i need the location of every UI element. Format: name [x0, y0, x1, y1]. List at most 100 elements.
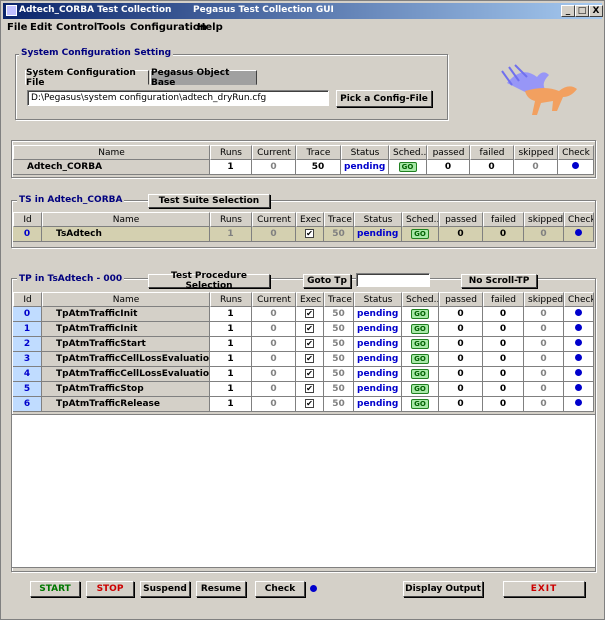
no-scroll-tp-button[interactable]: No Scroll-TP	[461, 274, 537, 288]
tp-exec[interactable]: ✔	[296, 397, 324, 412]
col-passed[interactable]: passed	[439, 212, 483, 227]
ts-trace[interactable]: 50	[324, 227, 354, 242]
col-sched[interactable]: Sched...	[402, 212, 439, 227]
tp-check[interactable]	[564, 322, 594, 337]
tp-runs[interactable]: 1	[210, 352, 252, 367]
tp-runs[interactable]: 1	[210, 307, 252, 322]
tp-check[interactable]	[564, 307, 594, 322]
menu-edit[interactable]: Edit	[30, 22, 52, 33]
col-status[interactable]: Status	[341, 145, 389, 160]
tp-sched[interactable]: GO	[402, 397, 439, 412]
tp-check[interactable]	[564, 337, 594, 352]
tp-exec[interactable]: ✔	[296, 367, 324, 382]
col-check[interactable]: Check	[558, 145, 594, 160]
tp-runs[interactable]: 1	[210, 337, 252, 352]
col-failed[interactable]: failed	[470, 145, 514, 160]
tp-trace[interactable]: 50	[324, 382, 354, 397]
tp-check[interactable]	[564, 382, 594, 397]
col-skipped[interactable]: skipped	[514, 145, 558, 160]
go-button[interactable]: GO	[411, 309, 429, 319]
test-suite-selection-button[interactable]: Test Suite Selection	[148, 194, 270, 208]
tp-check[interactable]	[564, 352, 594, 367]
tp-runs[interactable]: 1	[210, 397, 252, 412]
tp-runs[interactable]: 1	[210, 367, 252, 382]
ts-runs[interactable]: 1	[210, 227, 252, 242]
collection-sched[interactable]: GO	[389, 160, 427, 175]
go-button[interactable]: GO	[411, 354, 429, 364]
pick-config-button[interactable]: Pick a Config-File	[336, 90, 432, 107]
col-sched[interactable]: Sched...	[389, 145, 427, 160]
ts-exec[interactable]: ✔	[296, 227, 324, 242]
stop-button[interactable]: STOP	[86, 581, 134, 597]
col-failed[interactable]: failed	[483, 212, 524, 227]
go-button[interactable]: GO	[411, 339, 429, 349]
check-indicator-icon[interactable]	[572, 162, 579, 169]
col-sched[interactable]: Sched...	[402, 292, 439, 307]
col-name[interactable]: Name	[42, 292, 210, 307]
go-button[interactable]: GO	[411, 399, 429, 409]
col-exec[interactable]: Exec	[296, 212, 324, 227]
tp-exec[interactable]: ✔	[296, 337, 324, 352]
tp-trace[interactable]: 50	[324, 322, 354, 337]
tp-id[interactable]: 5	[13, 382, 42, 397]
exec-checkbox[interactable]: ✔	[305, 324, 314, 333]
go-button[interactable]: GO	[411, 324, 429, 334]
tp-runs[interactable]: 1	[210, 382, 252, 397]
exec-checkbox[interactable]: ✔	[305, 384, 314, 393]
tp-exec[interactable]: ✔	[296, 307, 324, 322]
check-indicator-icon[interactable]	[575, 229, 582, 236]
tp-trace[interactable]: 50	[324, 307, 354, 322]
tp-trace[interactable]: 50	[324, 367, 354, 382]
col-status[interactable]: Status	[354, 212, 402, 227]
col-id[interactable]: Id	[13, 212, 42, 227]
go-button[interactable]: GO	[411, 369, 429, 379]
col-current[interactable]: Current	[252, 292, 296, 307]
tp-trace[interactable]: 50	[324, 352, 354, 367]
maximize-icon[interactable]: □	[575, 5, 589, 17]
tp-id[interactable]: 6	[13, 397, 42, 412]
col-name[interactable]: Name	[42, 212, 210, 227]
ts-sched[interactable]: GO	[402, 227, 439, 242]
check-indicator-icon[interactable]	[575, 339, 582, 346]
tp-id[interactable]: 4	[13, 367, 42, 382]
tp-sched[interactable]: GO	[402, 367, 439, 382]
col-trace[interactable]: Trace	[324, 292, 354, 307]
col-id[interactable]: Id	[13, 292, 42, 307]
col-skipped[interactable]: skipped	[524, 292, 564, 307]
check-button[interactable]: Check	[255, 581, 305, 597]
tp-exec[interactable]: ✔	[296, 322, 324, 337]
col-runs[interactable]: Runs	[210, 212, 252, 227]
col-current[interactable]: Current	[252, 212, 296, 227]
ts-row[interactable]: 0 TsAdtech 1 0 ✔ 50 pending GO 0 0 0	[13, 227, 594, 242]
collection-row[interactable]: Adtech_CORBA 1 0 50 pending GO 0 0 0	[13, 160, 594, 175]
test-procedure-selection-button[interactable]: Test Procedure Selection	[148, 271, 270, 291]
exec-checkbox[interactable]: ✔	[305, 229, 314, 238]
menu-configuration[interactable]: Configuration	[130, 22, 207, 33]
tp-id[interactable]: 3	[13, 352, 42, 367]
exec-checkbox[interactable]: ✔	[305, 309, 314, 318]
tab-pegasus-object-base[interactable]: Pegasus Object Base	[150, 68, 257, 88]
col-name[interactable]: Name	[13, 145, 210, 160]
tp-row[interactable]: 3 TpAtmTrafficCellLossEvaluation 1 0 ✔ 50 pend…	[13, 352, 594, 367]
go-button[interactable]: GO	[411, 384, 429, 394]
go-button[interactable]: GO	[398, 162, 417, 172]
goto-tp-button[interactable]: Goto Tp	[303, 274, 351, 288]
tp-row[interactable]: 0 TpAtmTrafficInit 1 0 ✔ 50 pending GO 0 0 0	[13, 307, 594, 322]
check-indicator-icon[interactable]	[575, 324, 582, 331]
tp-row[interactable]: 2 TpAtmTrafficStart 1 0 ✔ 50 pending GO 0 0 0	[13, 337, 594, 352]
menu-file[interactable]: File	[7, 22, 27, 33]
display-output-button[interactable]: Display Output	[403, 581, 483, 597]
tp-id[interactable]: 0	[13, 307, 42, 322]
tp-sched[interactable]: GO	[402, 337, 439, 352]
tp-row[interactable]: 1 TpAtmTrafficInit 1 0 ✔ 50 pending GO 0 0 0	[13, 322, 594, 337]
col-check[interactable]: Check	[564, 292, 594, 307]
exec-checkbox[interactable]: ✔	[305, 339, 314, 348]
resume-button[interactable]: Resume	[196, 581, 246, 597]
col-skipped[interactable]: skipped	[524, 212, 564, 227]
col-runs[interactable]: Runs	[210, 292, 252, 307]
exit-button[interactable]: EXIT	[503, 581, 585, 597]
tp-trace[interactable]: 50	[324, 397, 354, 412]
tp-sched[interactable]: GO	[402, 382, 439, 397]
goto-tp-input[interactable]	[356, 273, 430, 287]
menu-help[interactable]: Help	[197, 22, 223, 33]
